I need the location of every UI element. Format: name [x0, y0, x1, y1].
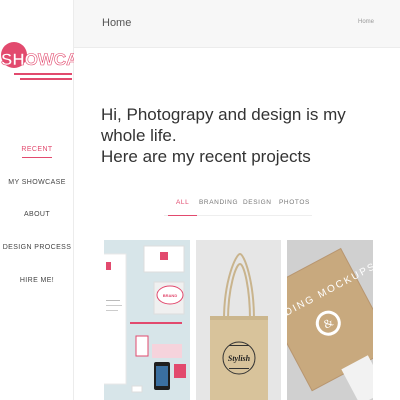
stationery-icon: BRAND	[104, 240, 190, 400]
intro-line-1: Hi, Photograpy and design is my whole li…	[101, 105, 346, 145]
filter-branding[interactable]: BRANDING	[199, 199, 238, 206]
page-title: Home	[102, 17, 132, 29]
sidebar-item-my-showcase[interactable]: MY SHOWCASE	[0, 179, 74, 186]
tote-stamp: Stylish	[228, 354, 251, 363]
sidebar-item-about[interactable]: ABOUT	[0, 211, 74, 218]
intro-line-2: Here are my recent projects	[101, 147, 311, 166]
gallery-item-tote-bag[interactable]: Stylish	[196, 240, 281, 400]
stationery-stamp: BRAND	[163, 293, 178, 298]
sidebar-item-recent[interactable]: RECENT	[0, 146, 74, 158]
gallery-item-stationery[interactable]: BRAND	[104, 240, 190, 400]
logo-text: SHOWCASE	[1, 50, 74, 69]
top-header: Home Home	[74, 0, 400, 48]
filter-design[interactable]: DESIGN	[243, 199, 272, 206]
breadcrumb[interactable]: Home	[358, 19, 374, 25]
sidebar: SHOWCASE RECENT MY SHOWCASE ABOUT DESIGN…	[0, 0, 74, 400]
intro-heading: Hi, Photograpy and design is my whole li…	[101, 104, 391, 167]
tote-bag-icon: Stylish	[196, 240, 281, 400]
sidebar-item-design-process[interactable]: DESIGN PROCESS	[0, 244, 74, 251]
filter-photos[interactable]: PHOTOS	[279, 199, 310, 206]
gallery-item-branding-card[interactable]: BRANDING MOCKUPS &	[287, 240, 373, 400]
sidebar-item-hire-me[interactable]: HIRE ME!	[0, 277, 74, 284]
filter-all[interactable]: ALL	[167, 199, 198, 216]
showcase-logo[interactable]: SHOWCASE	[0, 33, 74, 93]
card-icon: BRANDING MOCKUPS &	[287, 240, 373, 400]
